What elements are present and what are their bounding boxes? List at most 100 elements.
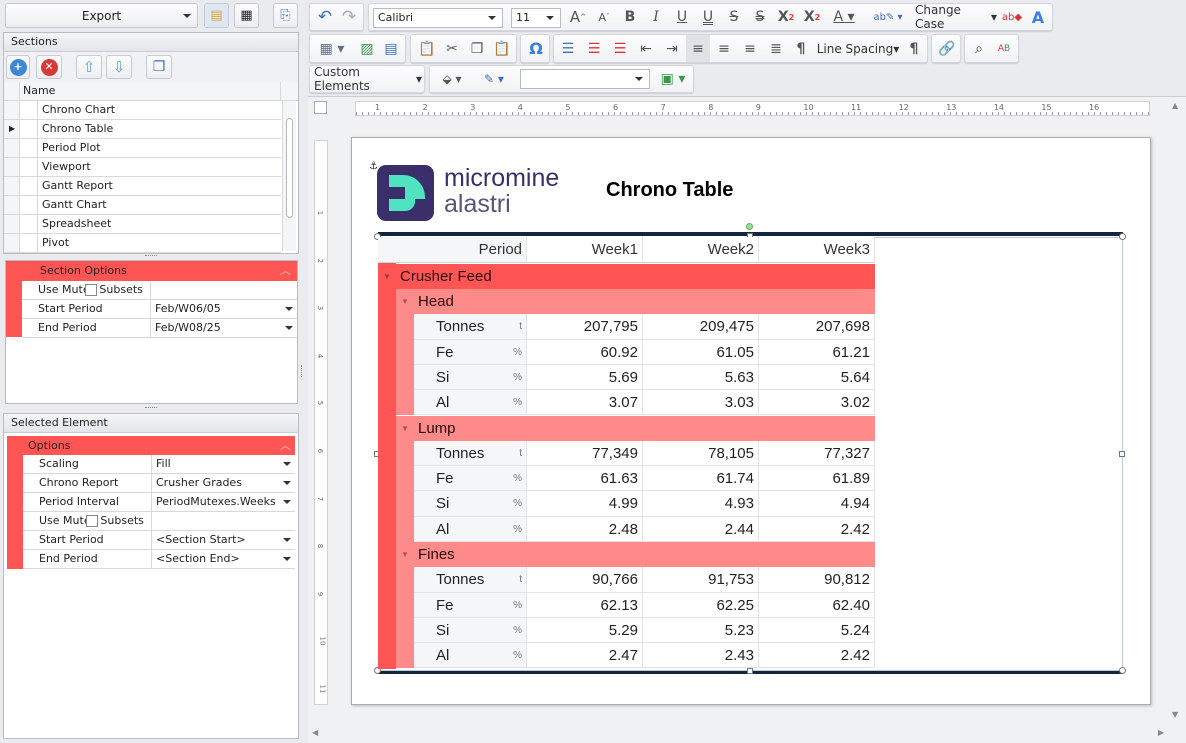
value-cell[interactable]: 61.63	[527, 466, 643, 491]
rotate-handle[interactable]	[746, 223, 753, 230]
property-value[interactable]: <Section Start>	[152, 531, 295, 549]
section-name[interactable]: Pivot	[38, 234, 281, 252]
scroll-left-icon[interactable]: ◀	[312, 728, 318, 737]
delete-section-button[interactable]: ✕	[36, 55, 62, 79]
resize-handle[interactable]	[1119, 667, 1126, 674]
splitter-handle[interactable]	[145, 407, 157, 409]
fill-color-icon[interactable]: ⬙ ▾	[432, 66, 472, 92]
value-cell[interactable]: 2.42	[759, 516, 875, 541]
section-row[interactable]: Gantt Chart	[4, 196, 281, 215]
hyperlink-icon[interactable]: 🔗	[935, 35, 959, 62]
copy-icon[interactable]: ❐	[465, 35, 489, 62]
section-row[interactable]: Pivot	[4, 234, 281, 253]
section-row[interactable]: ▶ Chrono Table	[4, 120, 281, 139]
chevron-down-icon[interactable]	[283, 481, 291, 485]
sections-scrollbar[interactable]	[282, 101, 296, 251]
scroll-right-icon[interactable]: ▶	[1158, 728, 1164, 737]
section-name[interactable]: Period Plot	[38, 139, 281, 157]
italic-icon[interactable]: I	[645, 4, 667, 30]
page-setup-button[interactable]: ⎘	[273, 3, 298, 28]
checkbox[interactable]	[85, 284, 97, 296]
section-name[interactable]: Viewport	[38, 158, 281, 176]
horizontal-ruler[interactable]: 1 2 3 4 5 6 7 8 9 10 11 12 13 14 15 16	[355, 101, 1150, 116]
value-cell[interactable]: 2.44	[643, 516, 759, 541]
section-name[interactable]: Chrono Chart	[38, 101, 281, 119]
increase-indent-icon[interactable]: ⇥	[660, 35, 684, 62]
export-dropdown[interactable]: Export	[5, 3, 198, 28]
section-row[interactable]: Gantt Report	[4, 177, 281, 196]
replace-icon[interactable]: AB	[992, 35, 1016, 62]
expand-toggle-icon[interactable]: ▼	[383, 264, 391, 289]
subgroup-header-row[interactable]: ▼ Head	[396, 289, 875, 315]
expand-toggle-icon[interactable]: ▼	[401, 289, 409, 314]
chevron-down-icon[interactable]	[285, 307, 293, 311]
align-left-icon[interactable]: ≡	[686, 35, 710, 62]
symbol-icon[interactable]: Ω	[524, 35, 548, 62]
section-row[interactable]: Viewport	[4, 158, 281, 177]
highlight-icon[interactable]: ab✎ ▾	[869, 4, 907, 30]
section-name[interactable]: Gantt Report	[38, 177, 281, 195]
move-up-button[interactable]: ⇧	[76, 55, 102, 79]
font-color-icon[interactable]: A ▾	[829, 4, 859, 30]
property-value[interactable]: Fill	[152, 455, 295, 473]
column-header[interactable]: Week2	[643, 237, 759, 262]
superscript-icon[interactable]: X2	[775, 4, 797, 30]
paste-icon[interactable]: 📋	[415, 35, 439, 62]
double-strikethrough-icon[interactable]: S	[749, 4, 771, 30]
column-header[interactable]: Week3	[759, 237, 875, 262]
value-cell[interactable]: 61.89	[759, 466, 875, 491]
bullets-icon[interactable]: ☰	[556, 35, 580, 62]
options-header[interactable]: Options ︿	[7, 436, 295, 455]
property-value[interactable]: <Section End>	[152, 550, 295, 568]
value-cell[interactable]: 61.21	[759, 339, 875, 364]
redo-icon[interactable]: ↷	[338, 4, 360, 30]
show-paragraph-icon[interactable]: ¶	[790, 35, 812, 62]
value-cell[interactable]: 77,349	[527, 440, 643, 466]
paragraph-settings-icon[interactable]: ¶	[902, 35, 926, 62]
change-case-button[interactable]: Change Case ▾	[915, 3, 997, 31]
value-cell[interactable]: 62.13	[527, 592, 643, 617]
cell-layout-icon[interactable]: ▣ ▾	[656, 66, 690, 92]
cut-icon[interactable]: ✂	[440, 35, 464, 62]
property-value[interactable]	[151, 281, 297, 299]
clear-format-icon[interactable]: ab◆	[1001, 4, 1023, 30]
value-cell[interactable]: 207,698	[759, 314, 875, 339]
font-dialog-icon[interactable]: A	[1027, 4, 1049, 30]
underline-icon[interactable]: U	[671, 4, 693, 30]
numbering-icon[interactable]: ☰	[582, 35, 606, 62]
section-options-header[interactable]: Section Options ︿	[6, 261, 297, 281]
value-cell[interactable]: 3.02	[759, 390, 875, 415]
paste-special-icon[interactable]: 📋	[490, 35, 514, 62]
scrollbar-thumb[interactable]	[286, 118, 293, 218]
move-down-button[interactable]: ⇩	[106, 55, 132, 79]
justify-icon[interactable]: ≣	[764, 35, 788, 62]
value-cell[interactable]: 61.05	[643, 339, 759, 364]
align-right-icon[interactable]: ≡	[738, 35, 762, 62]
custom-elements-button[interactable]: Custom Elements ▾	[314, 65, 422, 93]
value-cell[interactable]: 91,753	[643, 567, 759, 592]
value-cell[interactable]: 4.99	[527, 491, 643, 516]
expand-toggle-icon[interactable]: ▼	[401, 542, 409, 567]
value-cell[interactable]: 5.63	[643, 364, 759, 390]
value-cell[interactable]: 77,327	[759, 440, 875, 466]
chevron-down-icon[interactable]	[285, 326, 293, 330]
section-name[interactable]: Spreadsheet	[38, 215, 281, 233]
resize-handle[interactable]	[1119, 451, 1125, 457]
add-section-button[interactable]: +	[6, 55, 30, 79]
multilevel-list-icon[interactable]: ☰	[608, 35, 632, 62]
horizontal-scrollbar[interactable]: ◀ ▶	[308, 725, 1168, 742]
strikethrough-icon[interactable]: S	[723, 4, 745, 30]
value-cell[interactable]: 78,105	[643, 440, 759, 466]
value-cell[interactable]: 5.29	[527, 617, 643, 643]
section-row[interactable]: Spreadsheet	[4, 215, 281, 234]
property-value[interactable]	[152, 512, 295, 530]
font-family-select[interactable]: Calibri	[373, 8, 503, 28]
align-center-icon[interactable]: ≡	[712, 35, 736, 62]
value-cell[interactable]: 62.25	[643, 592, 759, 617]
value-cell[interactable]: 2.43	[643, 643, 759, 668]
style-select[interactable]	[520, 69, 650, 89]
column-header-name[interactable]: Name	[20, 82, 281, 100]
splitter-handle[interactable]	[145, 255, 157, 257]
value-cell[interactable]: 2.48	[527, 516, 643, 541]
vertical-scrollbar[interactable]: ▲ ▼	[1168, 98, 1185, 722]
